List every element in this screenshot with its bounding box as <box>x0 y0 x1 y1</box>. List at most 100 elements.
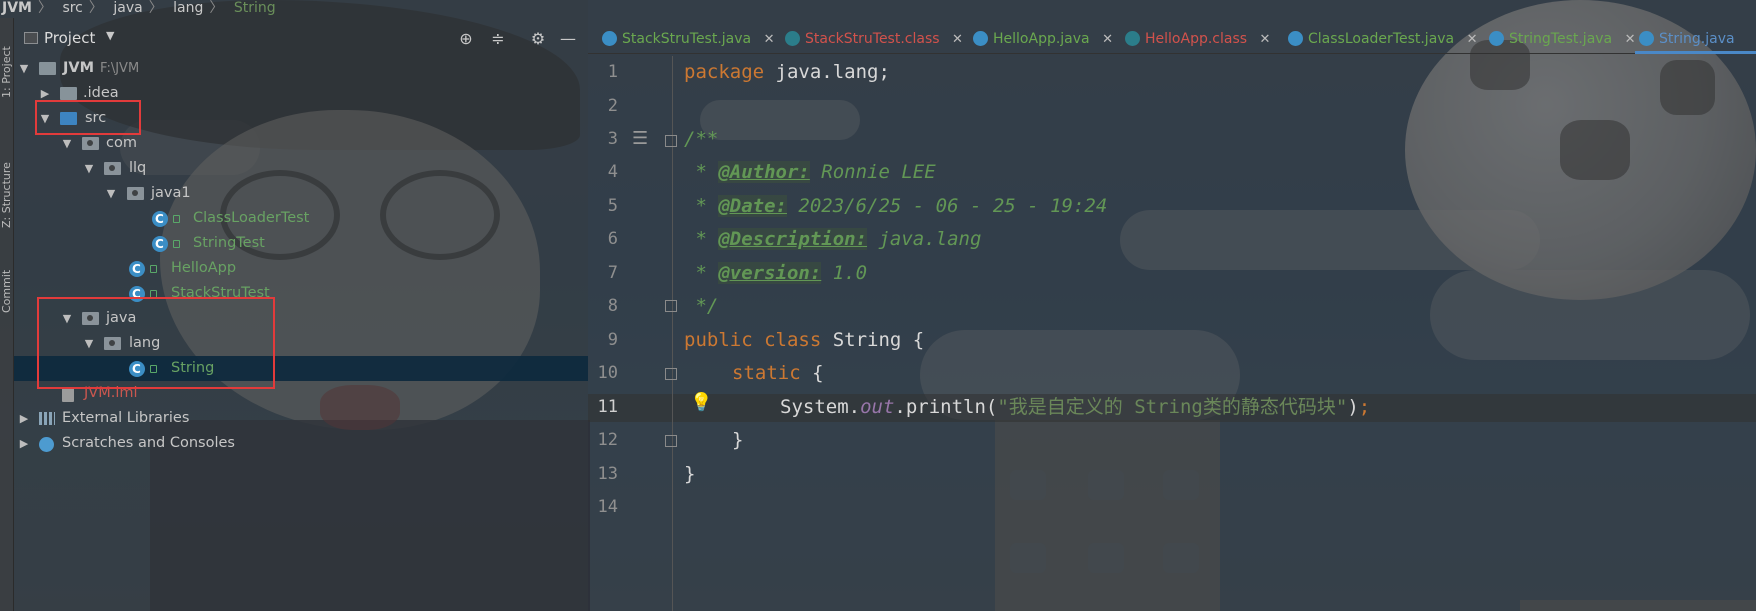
code-text: java.lang; <box>764 61 890 83</box>
gear-icon[interactable]: ⚙ <box>528 29 548 49</box>
tab-label: StringTest.java <box>1509 31 1613 47</box>
project-view-selector[interactable]: Project ▼ <box>24 24 134 52</box>
class-icon <box>1489 31 1504 46</box>
left-tool-strip: 1: Project Z: Structure Commit <box>0 18 14 611</box>
class-icon <box>1639 31 1654 46</box>
rendered-doc-toggle-icon[interactable]: ☰ <box>632 128 648 149</box>
tree-node-scratches[interactable]: ▶ Scratches and Consoles <box>14 431 588 456</box>
comment: * <box>684 161 719 183</box>
locate-icon[interactable]: ⊕ <box>456 29 476 49</box>
code-line-7: * @version: 1.0 <box>684 259 867 287</box>
editor-tab-bar: StackStruTest.java ✕ StackStruTest.class… <box>588 24 1756 54</box>
expand-arrow-icon[interactable]: ▼ <box>104 181 118 206</box>
close-icon[interactable]: ✕ <box>1102 32 1113 47</box>
code-line-12: } <box>732 426 743 454</box>
code-text: ) <box>1347 396 1359 418</box>
breadcrumb-item-jvm[interactable]: JVM <box>2 0 32 16</box>
close-icon[interactable]: ✕ <box>764 32 775 47</box>
code-line-6: * @Description: java.lang <box>684 225 981 253</box>
line-number: 3 <box>607 129 618 149</box>
close-icon[interactable]: ✕ <box>1625 32 1636 47</box>
breadcrumb-separator: 〉 <box>209 0 224 16</box>
line-number-current: 11 <box>597 397 618 417</box>
tab-stringtest-java[interactable]: StringTest.java ✕ <box>1485 24 1636 54</box>
project-panel-title: Project <box>44 29 96 47</box>
tree-node-label: Scratches and Consoles <box>62 435 235 451</box>
tab-stackstrutest-class[interactable]: StackStruTest.class ✕ <box>781 24 963 54</box>
tool-tab-structure[interactable]: Z: Structure <box>0 138 14 228</box>
tab-helloapp-class[interactable]: HelloApp.class ✕ <box>1121 24 1270 54</box>
code-line-8: */ <box>684 292 718 320</box>
breadcrumb-item-java[interactable]: java <box>113 0 142 16</box>
doc-tag: @Description: <box>718 228 868 250</box>
tab-stackstrutest-java[interactable]: StackStruTest.java ✕ <box>598 24 774 54</box>
collapse-icon[interactable]: ≑ <box>488 29 508 49</box>
lock-icon <box>173 240 180 248</box>
tree-node-helloapp[interactable]: HelloApp <box>14 256 588 282</box>
tree-node-llq[interactable]: ▼ llq <box>14 156 588 181</box>
comment: * <box>684 195 719 217</box>
breadcrumb-item-src[interactable]: src <box>62 0 82 16</box>
code-line-4: * @Author: Ronnie LEE <box>684 158 936 186</box>
tree-node-stringtest[interactable]: StringTest <box>14 231 588 257</box>
code-text: } <box>684 463 696 485</box>
breadcrumb-item-lang[interactable]: lang <box>173 0 203 16</box>
tree-node-external-libraries[interactable]: ▶ External Libraries <box>14 406 588 431</box>
tab-label: String.java <box>1659 31 1735 47</box>
annotation-box-src <box>35 100 141 135</box>
breadcrumb: JVM 〉 src 〉 java 〉 lang 〉 String <box>0 0 588 16</box>
close-icon[interactable]: ✕ <box>1467 32 1478 47</box>
line-number: 5 <box>607 196 618 216</box>
code-text: System. <box>780 396 861 418</box>
tree-node-label: External Libraries <box>62 410 190 426</box>
tree-node-label: HelloApp <box>171 260 237 276</box>
code-line-11: System.out.println("我是自定义的 String类的静态代码块… <box>780 393 1370 421</box>
tree-node-jvm[interactable]: ▼ JVM F:\JVM <box>14 56 588 81</box>
expand-arrow-icon[interactable]: ▼ <box>82 156 96 181</box>
breadcrumb-item-file[interactable]: String <box>234 0 276 16</box>
comment: Ronnie LEE <box>809 161 936 183</box>
tree-node-java1[interactable]: ▼ java1 <box>14 181 588 206</box>
class-file-icon <box>785 31 800 46</box>
line-number: 8 <box>607 296 618 316</box>
tree-node-label: JVM <box>63 60 95 76</box>
lock-icon <box>150 265 157 273</box>
keyword: package <box>684 61 765 83</box>
comment: * <box>684 228 719 250</box>
chevron-down-icon: ▼ <box>106 29 115 42</box>
tool-tab-commit[interactable]: Commit <box>0 253 14 313</box>
breadcrumb-separator: 〉 <box>88 0 103 16</box>
comment: /** <box>684 128 719 150</box>
package-icon <box>104 162 121 175</box>
project-icon <box>24 32 38 44</box>
keyword: public class <box>684 329 822 351</box>
code-text: { <box>800 362 824 384</box>
line-number: 12 <box>597 430 618 450</box>
libraries-icon <box>39 412 55 425</box>
line-number: 1 <box>607 62 618 82</box>
project-panel-header: Project ▼ ⊕ ≑ ⚙ — <box>14 24 588 54</box>
code-editor[interactable]: package java.lang; /** * @Author: Ronnie… <box>676 56 1756 611</box>
line-number: 9 <box>607 330 618 350</box>
tree-node-label: StringTest <box>193 235 265 251</box>
collapsed-arrow-icon[interactable]: ▶ <box>17 431 31 456</box>
line-number: 7 <box>607 263 618 283</box>
tree-node-classloadertest[interactable]: ClassLoaderTest <box>14 206 588 232</box>
code-text: } <box>732 429 744 451</box>
code-text: .println( <box>894 396 998 418</box>
code-text: String { <box>821 329 925 351</box>
close-icon[interactable]: ✕ <box>952 32 963 47</box>
line-number: 13 <box>597 464 618 484</box>
code-line-5: * @Date: 2023/6/25 - 06 - 25 - 19:24 <box>684 192 1107 220</box>
tab-helloapp-java[interactable]: HelloApp.java ✕ <box>969 24 1113 54</box>
minimize-icon[interactable]: — <box>558 29 578 49</box>
lock-icon <box>173 215 180 223</box>
comment: */ <box>684 295 719 317</box>
close-icon[interactable]: ✕ <box>1260 32 1271 47</box>
expand-arrow-icon[interactable]: ▼ <box>17 56 31 81</box>
line-number: 10 <box>597 363 618 383</box>
tab-string-java[interactable]: String.java <box>1635 24 1756 54</box>
collapsed-arrow-icon[interactable]: ▶ <box>17 406 31 431</box>
tab-classloadertest-java[interactable]: ClassLoaderTest.java ✕ <box>1284 24 1478 54</box>
tool-tab-project[interactable]: 1: Project <box>0 28 14 98</box>
